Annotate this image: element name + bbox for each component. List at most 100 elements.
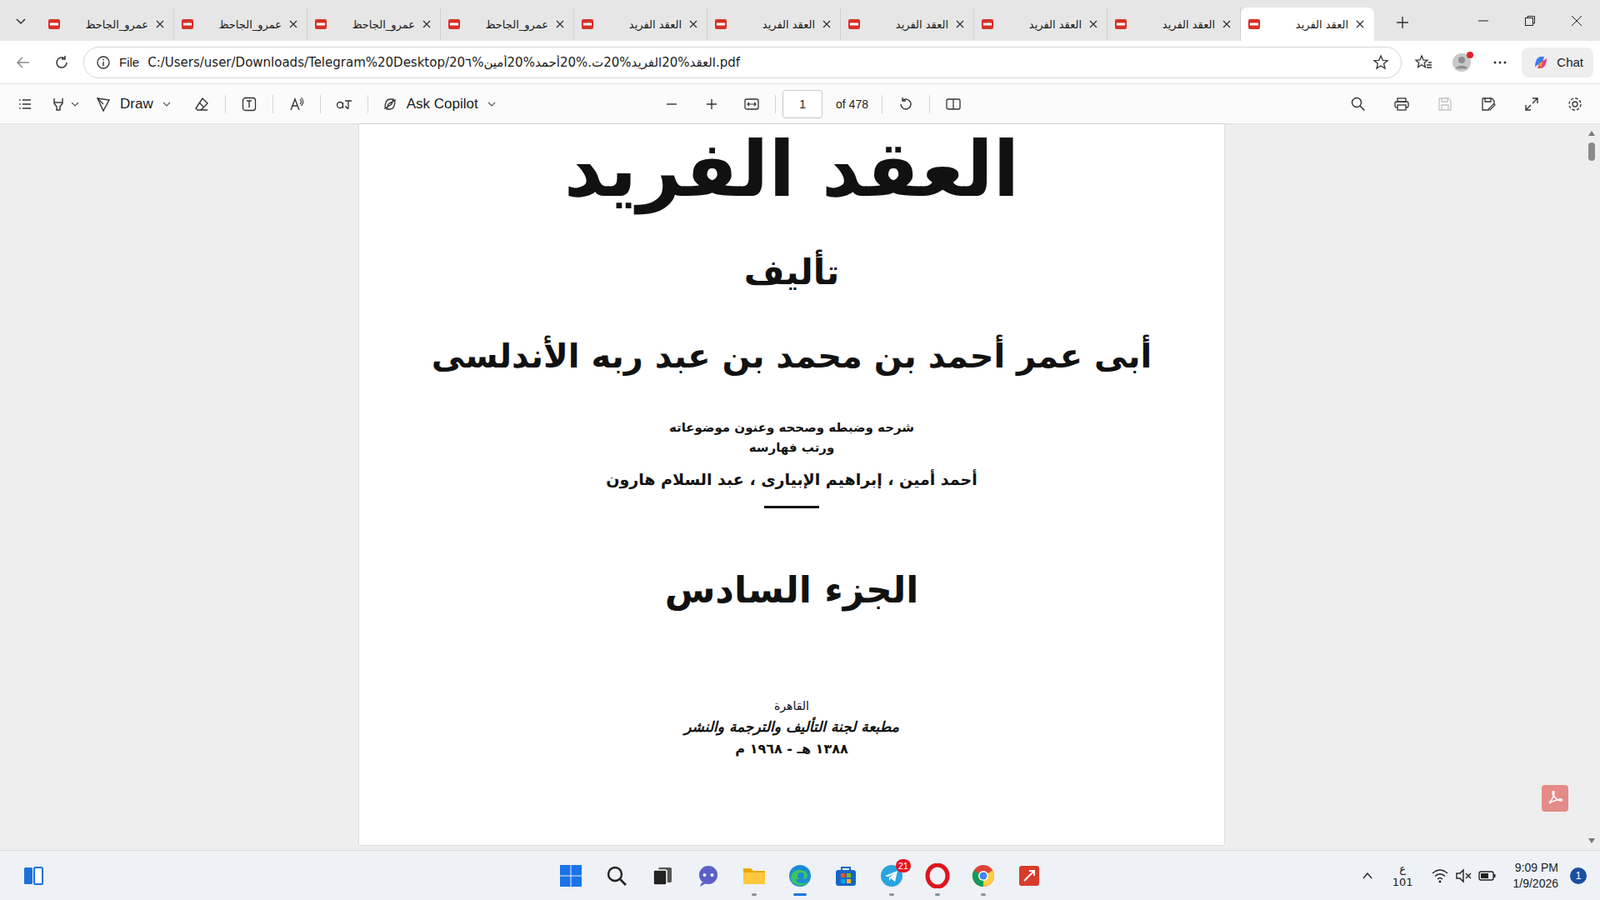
show-hidden-icons[interactable] (1355, 865, 1380, 886)
close-icon[interactable] (1353, 17, 1367, 31)
taskbar: 21 ع101 9:09 PM1/9/2026 1 (0, 850, 1600, 900)
pdf-toolbar: DrawAsk Copilot1of 478 (0, 83, 1600, 125)
minimize-button[interactable] (1460, 0, 1507, 41)
erase-button[interactable] (185, 89, 219, 120)
scroll-thumb[interactable] (1588, 142, 1595, 161)
tab[interactable]: عمرو_الجاحظ (440, 7, 575, 41)
tab[interactable]: العقد الفريد (1240, 7, 1375, 41)
ask-copilot-label: Ask Copilot (406, 95, 479, 113)
page-number-field[interactable]: 1 (782, 90, 823, 119)
close-icon[interactable] (1086, 17, 1100, 31)
acrobat-button[interactable] (1541, 785, 1569, 812)
rotate-button[interactable] (889, 89, 923, 120)
pdf-icon (47, 17, 61, 31)
tab[interactable]: عمرو_الجاحظ (307, 7, 441, 41)
widgets-button[interactable] (16, 859, 50, 893)
tab[interactable]: عمرو_الجاحظ (174, 7, 308, 41)
tab[interactable]: العقد الفريد (840, 7, 975, 41)
publisher: مطبعة لجنة التأليف والترجمة والنشر (684, 715, 900, 739)
highlight-button[interactable] (48, 89, 82, 120)
tab[interactable]: العقد الفريد (574, 7, 708, 41)
close-icon[interactable] (686, 17, 700, 31)
minus-icon (664, 96, 680, 112)
folder-icon (741, 864, 767, 888)
store-app[interactable] (825, 854, 867, 898)
chat-app[interactable] (687, 854, 730, 898)
star-icon[interactable] (1372, 54, 1390, 71)
draw-label: Draw (120, 95, 154, 113)
close-icon[interactable] (286, 17, 300, 31)
notification-count[interactable]: 1 (1570, 867, 1587, 885)
settings-button[interactable] (1558, 89, 1592, 120)
close-icon[interactable] (553, 17, 567, 31)
opera-app[interactable] (916, 854, 959, 898)
full-screen-button[interactable] (1515, 89, 1549, 120)
text-box-button[interactable] (232, 89, 266, 120)
close-window-button[interactable] (1553, 0, 1600, 41)
profile-button[interactable] (1445, 45, 1479, 80)
snip-app[interactable] (1008, 854, 1050, 898)
explorer-app[interactable] (733, 854, 775, 898)
edge-app[interactable] (779, 854, 821, 898)
translate-button[interactable] (327, 89, 361, 120)
read-aloud-icon (288, 95, 305, 113)
tab-label: العقد الفريد (599, 18, 682, 31)
close-icon[interactable] (820, 17, 834, 31)
close-icon[interactable] (1220, 17, 1234, 31)
restore-button[interactable] (1506, 0, 1554, 41)
scrollbar[interactable] (1583, 124, 1600, 850)
url-text: C:/Users/user/Downloads/Telegram%20Deskt… (147, 55, 1365, 70)
draw-button[interactable]: Draw (88, 89, 179, 120)
pdf-viewer: العقد الفريدتأليفأبى عمر أحمد بن محمد بن… (0, 124, 1600, 850)
contents-button[interactable] (8, 89, 42, 120)
new-tab-button[interactable] (1385, 5, 1420, 40)
tab-label: العقد الفريد (865, 18, 949, 31)
save-button (1428, 89, 1462, 120)
fit-width-button[interactable] (735, 89, 769, 120)
clock[interactable]: 9:09 PM1/9/2026 (1510, 860, 1563, 892)
copilot-chat-button[interactable]: Chat (1521, 47, 1594, 78)
more-icon (1491, 54, 1509, 71)
pen-icon (95, 95, 112, 113)
zoom-out-button[interactable] (655, 89, 689, 120)
tab-label: العقد الفريد (732, 18, 815, 31)
eraser-icon (193, 95, 210, 113)
address-field[interactable]: File C:/Users/user/Downloads/Telegram%20D… (83, 46, 1402, 79)
tab[interactable]: العقد الفريد (707, 7, 841, 41)
input-language[interactable]: ع101 (1387, 862, 1419, 890)
running-indicator (980, 893, 986, 896)
taskview-app[interactable] (641, 854, 684, 898)
navigation-bar: File C:/Users/user/Downloads/Telegram%20D… (0, 40, 1600, 84)
scroll-down-icon[interactable] (1587, 836, 1596, 845)
scroll-up-icon[interactable] (1587, 129, 1596, 138)
reload-button[interactable] (45, 45, 79, 80)
tab-label: عمرو_الجاحظ (65, 18, 149, 31)
list-icon (16, 95, 34, 113)
ask-copilot-button[interactable]: Ask Copilot (375, 89, 504, 120)
tab-list-button[interactable] (0, 0, 41, 41)
favorites-button[interactable] (1406, 45, 1440, 80)
tab[interactable]: العقد الفريد (1107, 7, 1241, 41)
close-icon[interactable] (153, 17, 167, 31)
search-app[interactable] (595, 854, 638, 898)
back-arrow-icon (15, 54, 32, 71)
find-button[interactable] (1341, 89, 1375, 120)
close-icon[interactable] (420, 17, 434, 31)
page-view-button[interactable] (936, 89, 970, 120)
quick-settings[interactable] (1426, 865, 1502, 887)
credit-line: ورتب فهارسه (749, 437, 835, 458)
read-aloud-button[interactable] (280, 89, 314, 120)
zoom-in-button[interactable] (695, 89, 729, 120)
more-button[interactable] (1483, 45, 1517, 80)
pdf-page: العقد الفريدتأليفأبى عمر أحمد بن محمد بن… (359, 124, 1225, 845)
save-as-button[interactable] (1471, 89, 1505, 120)
tab[interactable]: عمرو_الجاحظ (40, 7, 175, 41)
chrome-app[interactable] (962, 854, 1005, 898)
tab[interactable]: العقد الفريد (974, 7, 1108, 41)
print-button[interactable] (1385, 89, 1419, 120)
start-app[interactable] (550, 854, 592, 898)
close-icon[interactable] (953, 17, 967, 31)
back-button[interactable] (6, 45, 40, 80)
scheme-label: File (119, 55, 140, 70)
telegram-app[interactable]: 21 (870, 854, 913, 898)
